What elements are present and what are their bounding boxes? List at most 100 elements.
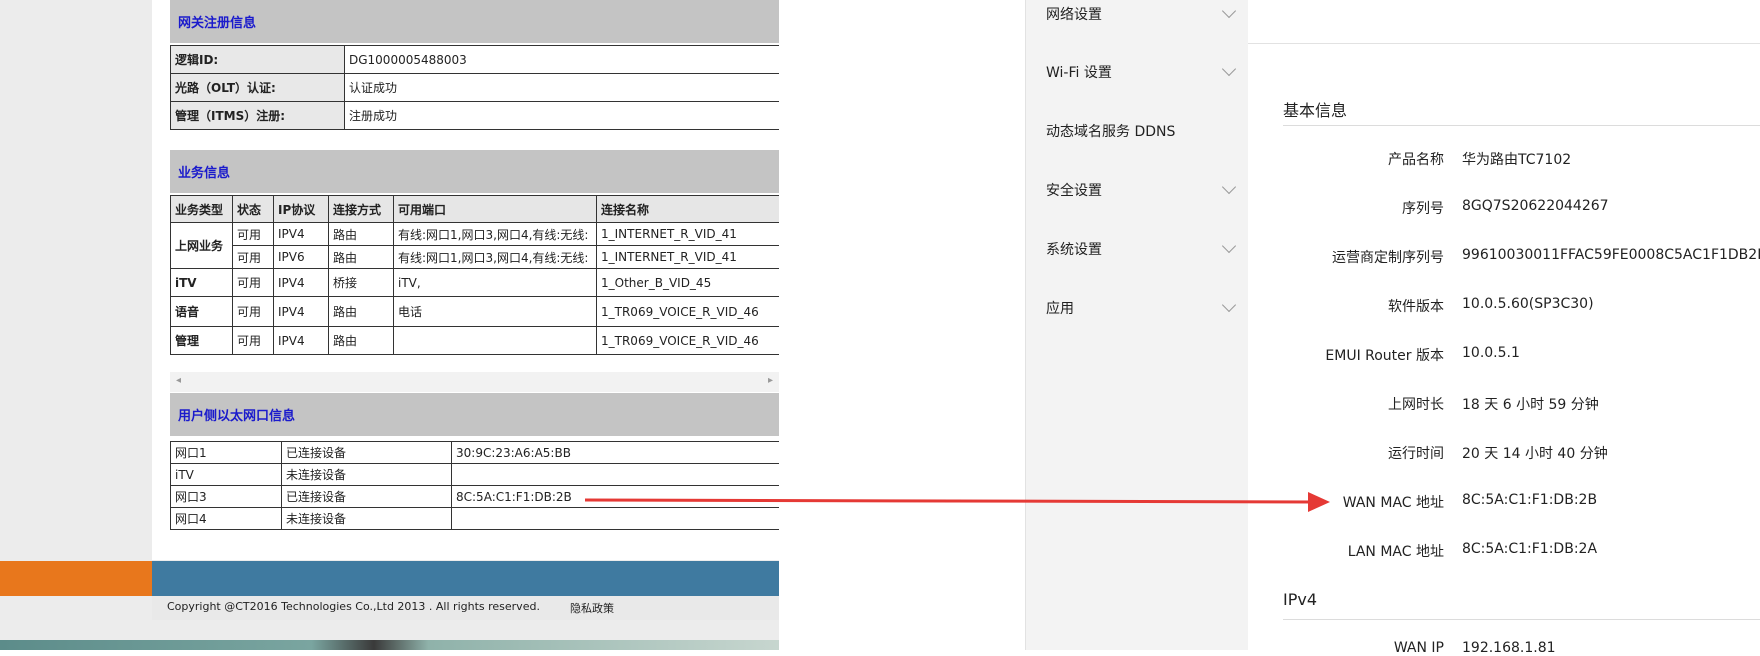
port-mac-cell: 8C:5A:C1:F1:DB:2B — [451, 485, 779, 508]
table-row: 上网业务 可用 IPV4 路由 有线:网口1,网口3,网口4,有线:无线: 1_… — [170, 222, 779, 269]
ports-cell: 有线:网口1,网口3,网口4,有线:无线: — [393, 245, 597, 269]
mode-cell: 桥接 — [328, 268, 394, 297]
table-row: 管理（ITMS）注册: 注册成功 — [170, 101, 779, 130]
ip-cell: IPV4 — [273, 326, 329, 355]
table-row: 可用 IPV6 路由 有线:网口1,网口3,网口4,有线:无线: 1_INTER… — [171, 245, 779, 269]
software-version-label: 软件版本 — [1388, 299, 1444, 315]
software-version-value: 10.0.5.60(SP3C30) — [1462, 296, 1594, 312]
service-type-cell: 上网业务 — [170, 222, 233, 269]
table-row: iTV 可用 IPV4 桥接 iTV, 1_Other_B_VID_45 — [170, 268, 779, 297]
scroll-left-icon[interactable]: ◂ — [176, 375, 181, 386]
footer-orange-bar — [0, 561, 152, 596]
col-header: IP协议 — [273, 195, 329, 223]
menu-item-network-settings[interactable]: 网络设置 — [1046, 4, 1102, 24]
ethernet-section-title: 用户侧以太网口信息 — [178, 409, 296, 424]
chevron-down-icon[interactable] — [1221, 61, 1237, 77]
chevron-down-icon[interactable] — [1221, 238, 1237, 254]
conn-name-cell: 1_TR069_VOICE_R_VID_46 — [596, 326, 779, 355]
table-header-row: 业务类型 状态 IP协议 连接方式 可用端口 连接名称 — [170, 195, 779, 223]
port-cell: iTV — [170, 463, 282, 486]
ports-cell: iTV, — [393, 268, 597, 297]
services-table: 业务类型 状态 IP协议 连接方式 可用端口 连接名称 上网业务 可用 IPV4… — [170, 195, 779, 355]
chevron-down-icon[interactable] — [1221, 297, 1237, 313]
registration-table: 逻辑ID: DG1000005488003 光路（OLT）认证: 认证成功 管理… — [170, 45, 779, 130]
online-duration-label: 上网时长 — [1388, 397, 1444, 413]
conn-name-cell: 1_INTERNET_R_VID_41 — [596, 245, 779, 269]
menu-item-wifi-settings[interactable]: Wi-Fi 设置 — [1046, 62, 1112, 82]
chevron-down-icon[interactable] — [1221, 179, 1237, 195]
isp-serial-value: 99610030011FFAC59FE0008C5AC1F1DB2B — [1462, 247, 1760, 263]
port-mac-cell: 30:9C:23:A6:A5:BB — [451, 441, 779, 464]
service-type-cell: 语音 — [170, 296, 233, 327]
table-row: 语音 可用 IPV4 路由 电话 1_TR069_VOICE_R_VID_46 — [170, 296, 779, 327]
port-state-cell: 已连接设备 — [281, 441, 452, 464]
serial-number-label: 序列号 — [1402, 201, 1444, 217]
port-state-cell: 未连接设备 — [281, 463, 452, 486]
table-row: iTV 未连接设备 — [170, 463, 779, 486]
col-header: 连接名称 — [596, 195, 779, 223]
ports-cell: 有线:网口1,网口3,网口4,有线:无线: — [393, 222, 597, 246]
chevron-down-icon[interactable] — [1221, 3, 1237, 19]
scroll-right-icon[interactable]: ▸ — [768, 375, 773, 386]
divider — [1283, 125, 1760, 126]
mode-cell: 路由 — [328, 222, 394, 246]
ip-cell: IPV4 — [273, 268, 329, 297]
port-cell: 网口3 — [170, 485, 282, 508]
port-state-cell: 已连接设备 — [281, 485, 452, 508]
itms-register-label: 管理（ITMS）注册: — [170, 101, 345, 130]
isp-serial-label: 运营商定制序列号 — [1332, 250, 1444, 266]
wan-ip-value: 192.168.1.81 — [1462, 640, 1556, 656]
table-row: 网口1 已连接设备 30:9C:23:A6:A5:BB — [170, 441, 779, 464]
ethernet-section-header: 用户侧以太网口信息 — [170, 393, 779, 436]
wan-mac-value: 8C:5A:C1:F1:DB:2B — [1462, 492, 1598, 508]
serial-number-value: 8GQ7S20622044267 — [1462, 198, 1609, 214]
conn-name-cell: 1_INTERNET_R_VID_41 — [596, 222, 779, 246]
ip-cell: IPV4 — [273, 296, 329, 327]
gateway-status-page: 网关注册信息 逻辑ID: DG1000005488003 光路（OLT）认证: … — [0, 0, 779, 650]
menu-item-ddns[interactable]: 动态域名服务 DDNS — [1046, 121, 1175, 141]
status-cell: 可用 — [232, 326, 274, 355]
service-type-cell: 管理 — [170, 326, 233, 355]
conn-name-cell: 1_TR069_VOICE_R_VID_46 — [596, 296, 779, 327]
service-type-cell: iTV — [170, 268, 233, 297]
emui-version-value: 10.0.5.1 — [1462, 345, 1520, 361]
privacy-link[interactable]: 隐私政策 — [570, 600, 614, 616]
blank-panel — [779, 0, 1025, 650]
ethernet-table: 网口1 已连接设备 30:9C:23:A6:A5:BB iTV 未连接设备 网口… — [170, 441, 779, 530]
services-section-title: 业务信息 — [178, 166, 231, 181]
table-row: 网口3 已连接设备 8C:5A:C1:F1:DB:2B — [170, 485, 779, 508]
ports-cell: 电话 — [393, 296, 597, 327]
status-cell: 可用 — [232, 296, 274, 327]
horizontal-scrollbar[interactable]: ◂ ▸ — [170, 372, 779, 392]
mode-cell: 路由 — [328, 296, 394, 327]
port-cell: 网口4 — [170, 507, 282, 530]
menu-item-system-settings[interactable]: 系统设置 — [1046, 239, 1102, 259]
col-header: 可用端口 — [393, 195, 597, 223]
port-mac-cell — [451, 507, 779, 530]
col-header: 连接方式 — [328, 195, 394, 223]
lan-mac-label: LAN MAC 地址 — [1347, 544, 1444, 560]
table-row: 逻辑ID: DG1000005488003 — [170, 45, 779, 74]
col-header: 状态 — [232, 195, 274, 223]
ipv4-title: IPv4 — [1283, 590, 1318, 609]
logical-id-label: 逻辑ID: — [170, 45, 345, 74]
ip-cell: IPV4 — [273, 222, 329, 246]
router-sidebar-menu: 网络设置 Wi-Fi 设置 动态域名服务 DDNS 安全设置 系统设置 应用 — [1025, 0, 1249, 650]
port-cell: 网口1 — [170, 441, 282, 464]
registration-section-title: 网关注册信息 — [178, 16, 257, 31]
status-cell: 可用 — [232, 222, 274, 246]
lan-mac-value: 8C:5A:C1:F1:DB:2A — [1462, 541, 1598, 557]
divider — [1283, 619, 1760, 620]
status-cell: 可用 — [232, 245, 274, 269]
itms-register-value: 注册成功 — [344, 101, 779, 130]
menu-item-apps[interactable]: 应用 — [1046, 298, 1074, 318]
port-state-cell: 未连接设备 — [281, 507, 452, 530]
banner-photo — [0, 640, 779, 650]
product-name-label: 产品名称 — [1388, 152, 1444, 168]
uptime-label: 运行时间 — [1388, 446, 1444, 462]
conn-name-cell: 1_Other_B_VID_45 — [596, 268, 779, 297]
mode-cell: 路由 — [328, 245, 394, 269]
table-row: 网口4 未连接设备 — [170, 507, 779, 530]
olt-auth-label: 光路（OLT）认证: — [170, 73, 345, 102]
menu-item-security-settings[interactable]: 安全设置 — [1046, 180, 1102, 200]
